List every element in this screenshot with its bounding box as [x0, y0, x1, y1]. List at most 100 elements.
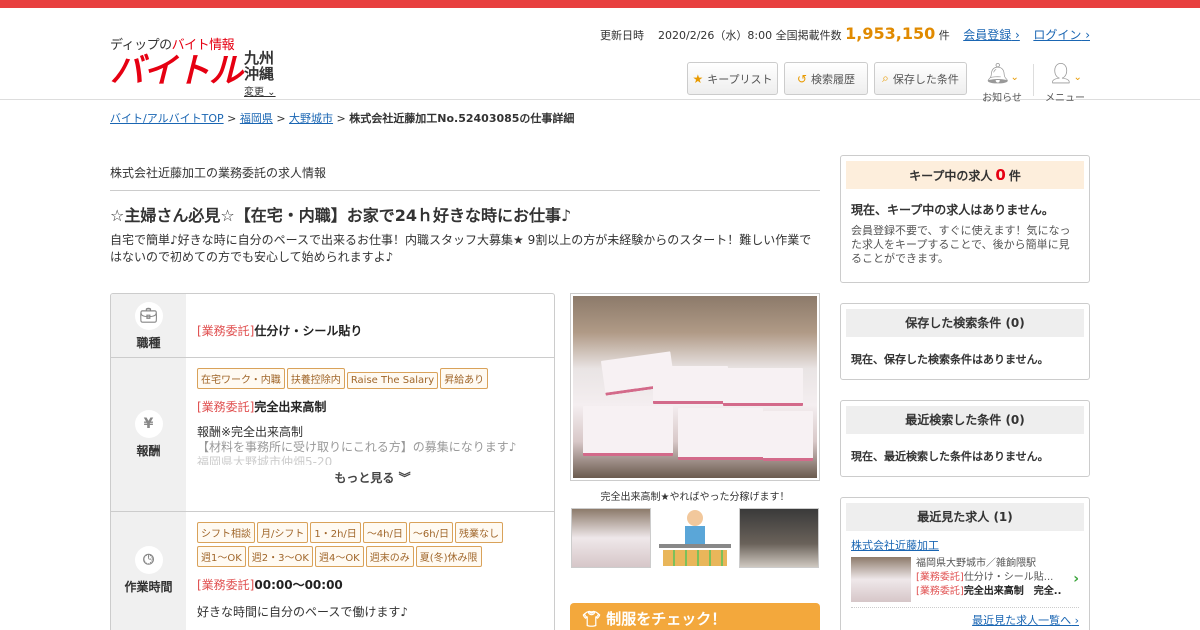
top-accent-bar [0, 0, 1200, 8]
job-title: ☆主婦さん必見☆【在宅・内職】お家で24ｈ好きな時にお仕事♪ [110, 206, 572, 225]
region-change-text: 変更 [244, 87, 264, 98]
search-history-button[interactable]: ↺ 検索履歴 [784, 62, 868, 95]
envelope-shape [763, 411, 813, 461]
menu-label: メニュー [1045, 93, 1085, 104]
chevron-down-icon: ⌄ [1010, 72, 1019, 83]
breadcrumb-pref[interactable]: 福岡県 [240, 112, 273, 125]
shirt-icon: 👕︎ [582, 610, 607, 628]
recent-viewed-list-link[interactable]: 最近見た求人一覧へ › [972, 614, 1079, 627]
keep-list-button[interactable]: ★ キープリスト [687, 62, 778, 95]
tag: 昇給あり [440, 368, 489, 389]
tag: 週4〜OK [314, 546, 364, 567]
register-link[interactable]: 会員登録 › [963, 28, 1020, 42]
chevron-right-icon: › [1073, 571, 1079, 587]
recent-viewed-company-link[interactable]: 株式会社近藤加工 [851, 539, 939, 552]
boxes-shape [663, 550, 727, 566]
recent-viewed-line1: 仕分け・シール貼... [963, 572, 1054, 583]
keep-note: 会員登録不要で、すぐに使えます！気になった求人をキープすることで、後から簡単に見… [851, 224, 1071, 265]
site-logo[interactable]: ディップのバイト情報 バイトル [110, 34, 243, 89]
photo-caption: 完全出来高制★やればやった分稼げます！ [600, 492, 790, 503]
row-occupation: 💼︎ 職種 [業務委託]仕分け・シール貼り [111, 294, 554, 358]
table-shape [659, 544, 731, 548]
job-description: 自宅で簡単♪好きな時に自分のペースで出来るお仕事！内職スタッフ大募集★ 9割以上… [110, 233, 812, 264]
recent-search-header: 最近検索した条件 (0) [846, 406, 1084, 434]
recent-search-panel: 最近検索した条件 (0) 現在、最近検索した条件はありません。 [840, 400, 1090, 477]
tag: シフト相談 [197, 522, 255, 543]
occupation-value: 仕分け・シール貼り [254, 324, 363, 338]
thumbnail-3[interactable] [739, 508, 819, 568]
notifications-label: お知らせ [982, 93, 1022, 104]
site-header: ディップのバイト情報 バイトル 九州沖縄 変更 ⌄ 更新日時 2020/2/26… [0, 8, 1200, 104]
recent-viewed-count: (1) [993, 510, 1013, 524]
tag: 週2・3〜OK [247, 546, 313, 567]
show-more-label: もっと見る [334, 471, 395, 485]
recent-search-count: (0) [1005, 413, 1025, 427]
updated-value: 2020/2/26（水）8:00 [658, 29, 773, 42]
breadcrumb-city[interactable]: 大野城市 [289, 112, 333, 125]
envelope-shape [653, 366, 728, 404]
pay-label: 報酬 [136, 444, 161, 458]
yen-icon: ¥ [134, 410, 163, 438]
user-icon: 👤︎ [1048, 61, 1074, 85]
envelope-shape [723, 368, 803, 406]
hours-label: 作業時間 [124, 580, 173, 594]
recent-viewed-title: 最近見た求人 [917, 510, 990, 524]
header-divider [1033, 64, 1034, 96]
tag: 月/シフト [257, 522, 309, 543]
double-chevron-down-icon: ︾ [398, 471, 411, 485]
envelope-shape [678, 408, 763, 460]
pay-detail-line: 【材料を事務所に受け取りにこれる方】の募集になります♪ [197, 440, 517, 454]
pay-type: [業務委託] [197, 400, 255, 414]
saved-panel-header: 保存した検索条件 (0) [846, 309, 1084, 337]
row-pay: ¥ 報酬 在宅ワーク・内職 扶養控除内 Raise The Salary 昇給あり [業… [111, 358, 554, 512]
uniform-check-button[interactable]: 👕︎ 制服をチェック！ [570, 603, 820, 630]
search-icon: ⌕ [882, 71, 889, 85]
divider [110, 190, 820, 191]
saved-count: (0) [1005, 316, 1025, 330]
menu-button[interactable]: 👤︎⌄ メニュー [1040, 62, 1090, 104]
search-history-label: 検索履歴 [811, 72, 856, 86]
listing-unit: 件 [938, 29, 950, 42]
photo-envelopes [573, 296, 817, 478]
tag: 週1〜OK [197, 546, 246, 567]
uniform-cta-label: 制服をチェック！ [606, 610, 727, 628]
header-info: 更新日時 2020/2/26（水）8:00 全国掲載件数 1,953,150 件… [600, 24, 1090, 43]
job-info-table: 💼︎ 職種 [業務委託]仕分け・シール貼り ¥ 報酬 在宅ワーク・内職 扶養控除内 Ra… [110, 293, 555, 630]
keep-count: 0 [995, 166, 1006, 184]
tag: 1・2h/日 [310, 522, 361, 543]
saved-conditions-button[interactable]: ⌕ 保存した条件 [874, 62, 967, 95]
keep-panel-header: キープ中の求人 0 件 [846, 161, 1084, 189]
chevron-down-icon: ⌄ [264, 87, 276, 98]
breadcrumb-home[interactable]: バイト/アルバイトTOP [110, 112, 224, 125]
recent-viewed-item[interactable]: 福岡県大野城市／雑餉隈駅 [業務委託]仕分け・シール貼... [業務委託]完全出… [851, 557, 1079, 603]
show-more-button[interactable]: もっと見る ︾ [197, 469, 548, 486]
thumbnail-1[interactable] [571, 508, 651, 568]
saved-conditions-panel: 保存した検索条件 (0) 現在、保存した検索条件はありません。 [840, 303, 1090, 380]
row-label-cell: 🕒︎ 作業時間 [111, 512, 186, 630]
login-link[interactable]: ログイン › [1033, 28, 1090, 42]
hours-note: 好きな時間に自分のペースで働けます♪ [197, 605, 409, 619]
bell-icon: 🔔︎ [985, 61, 1011, 85]
region-change-link[interactable]: 変更 ⌄ [244, 83, 276, 98]
recent-viewed-header: 最近見た求人 (1) [846, 503, 1084, 531]
chevron-down-icon: ⌄ [1073, 72, 1082, 83]
tag: 扶養控除内 [286, 368, 345, 389]
recent-viewed-type: [業務委託] [916, 586, 964, 597]
keep-empty-text: 現在、キープ中の求人はありません。 [851, 203, 1054, 217]
star-icon: ★ [692, 71, 704, 86]
recent-viewed-list-text: 最近見た求人一覧へ [972, 614, 1072, 627]
hours-tags: シフト相談 月/シフト 1・2h/日 ～4h/日 ～6h/日 残業なし 週1〜OK 週2・3… [197, 522, 548, 570]
main-job-photo[interactable] [570, 293, 820, 481]
keep-title: キープ中の求人 [909, 169, 993, 183]
occupation-type: [業務委託] [197, 324, 255, 338]
row-label-cell: ¥ 報酬 [111, 358, 186, 511]
worker-illustration [687, 510, 703, 526]
pay-detail: 報酬※完全出来高制 【材料を事務所に受け取りにこれる方】の募集になります♪ 福岡… [197, 425, 548, 465]
notifications-button[interactable]: 🔔︎⌄ お知らせ [978, 62, 1026, 104]
tag: Raise The Salary [346, 372, 439, 389]
saved-conditions-label: 保存した条件 [892, 72, 959, 86]
pay-detail-line: 福岡県大野城市仲畑5-20 [197, 455, 333, 465]
region-label: 九州沖縄 [244, 49, 275, 83]
tag: 週末のみ [365, 546, 414, 567]
thumbnail-2[interactable] [655, 508, 735, 568]
